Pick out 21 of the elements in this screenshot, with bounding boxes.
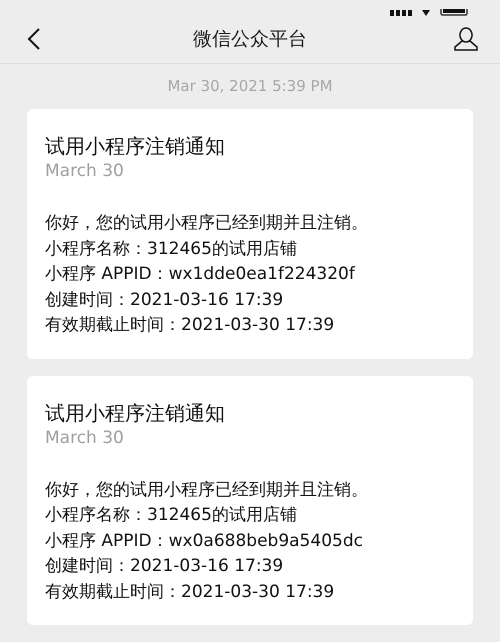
- message-line: 你好，您的试用小程序已经到期并且注销。: [45, 478, 369, 502]
- message-line: 创建时间：2021-03-16 17:39: [45, 555, 284, 578]
- message-line: 你好，您的试用小程序已经到期并且注销。: [45, 212, 369, 235]
- message-title: 试用小程序注销通知: [45, 133, 226, 159]
- back-chevron-icon: [27, 27, 41, 52]
- message-line: 小程序 APPID：wx1dde0ea1f224320f: [45, 263, 356, 286]
- signal-icon: [390, 10, 412, 16]
- message-line: 小程序名称：312465的试用店铺: [45, 504, 298, 527]
- battery-icon: [440, 8, 468, 16]
- message-line: 有效期截止时间：2021-03-30 17:39: [45, 314, 336, 337]
- message-date: March 30: [45, 160, 125, 183]
- wifi-icon: [422, 10, 430, 16]
- message-line: 小程序 APPID：wx0a688beb9a5405dc: [45, 530, 364, 552]
- message-line: 创建时间：2021-03-16 17:39: [45, 288, 284, 312]
- message-line: 有效期截止时间：2021-03-30 17:39: [45, 580, 336, 604]
- message-timestamp: Mar 30, 2021 5:39 PM: [167, 77, 333, 95]
- message-line: 小程序名称：312465的试用店铺: [45, 238, 298, 260]
- message-title: 试用小程序注销通知: [45, 400, 226, 426]
- message-date: March 30: [45, 426, 125, 450]
- page-title: 微信公众平台: [193, 27, 307, 52]
- person-icon: [453, 26, 479, 52]
